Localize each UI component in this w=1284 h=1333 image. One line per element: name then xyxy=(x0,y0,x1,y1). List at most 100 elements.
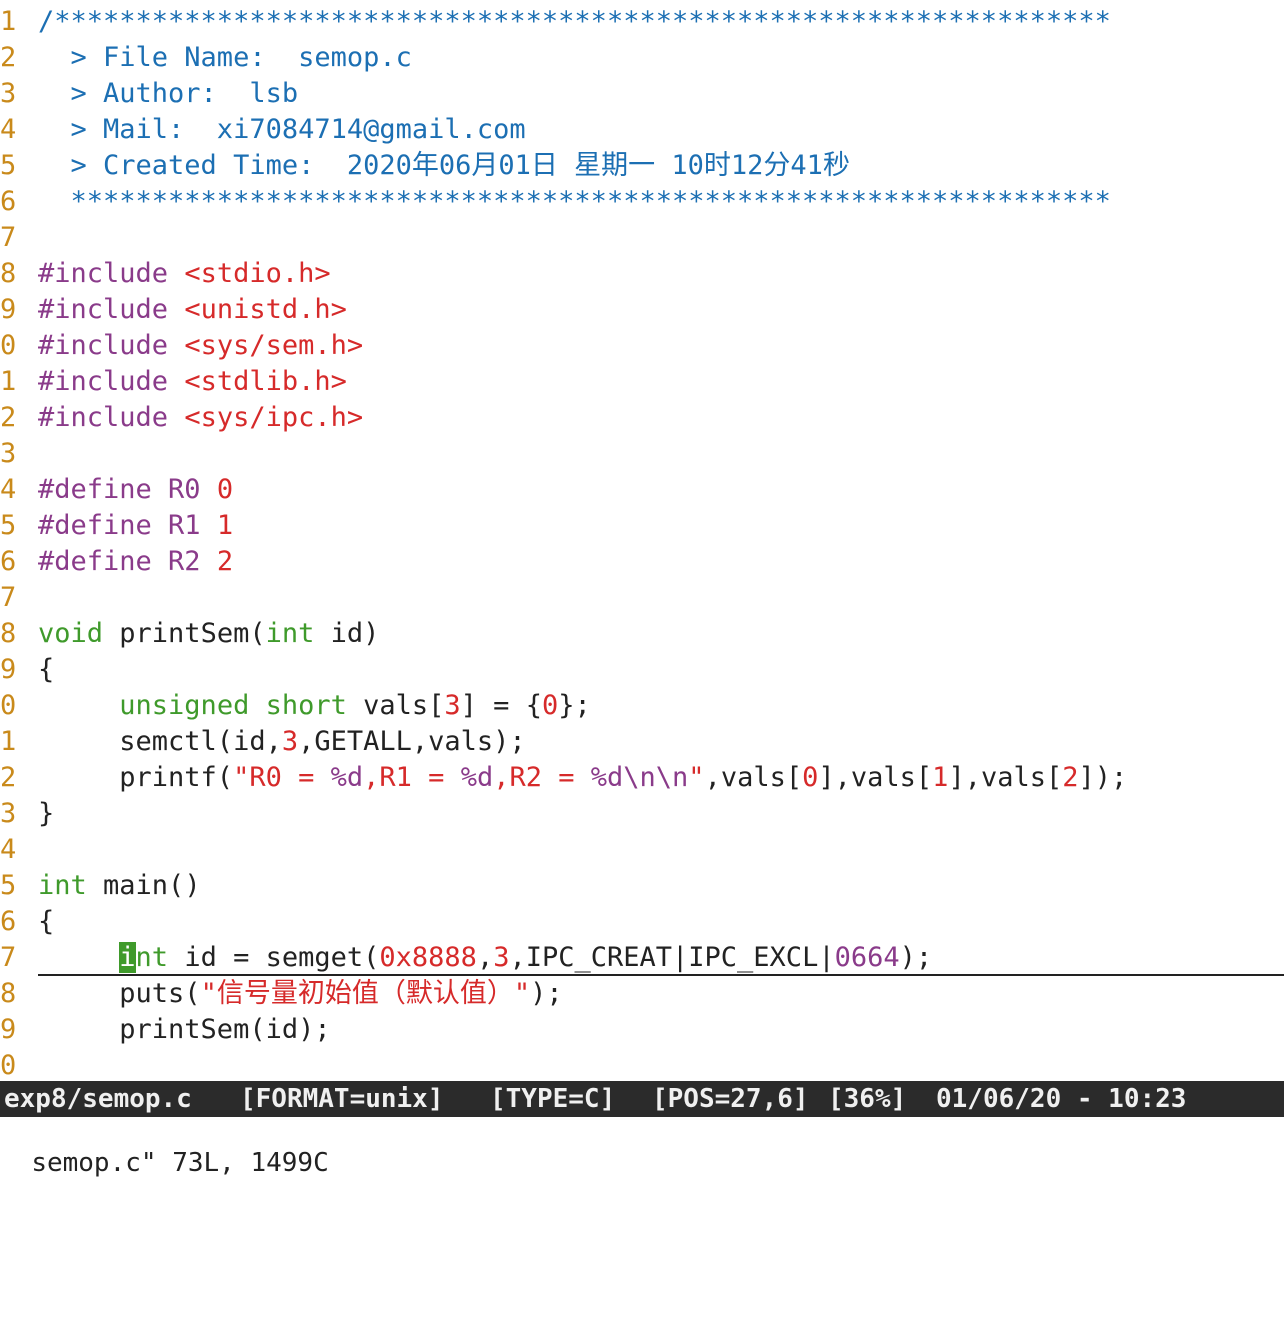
code-token: } xyxy=(38,798,55,829)
code-token: { xyxy=(38,654,55,685)
line-number: 7 xyxy=(0,942,17,973)
line-number: 9 xyxy=(0,294,17,325)
code-line[interactable]: 6 **************************************… xyxy=(0,184,1284,220)
code-line[interactable]: 1 /**************************************… xyxy=(0,4,1284,40)
line-number: 6 xyxy=(0,906,17,937)
code-token: <unistd.h> xyxy=(184,294,347,325)
code-line[interactable]: 0 xyxy=(0,1048,1284,1080)
code-token: ],vals[ xyxy=(818,762,933,793)
code-line[interactable]: 9{ xyxy=(0,652,1284,688)
code-text: #include <stdlib.h> xyxy=(38,364,347,400)
code-line[interactable]: 4 xyxy=(0,832,1284,868)
code-line[interactable]: 7 int id = semget(0x8888,3,IPC_CREAT|IPC… xyxy=(0,940,1284,976)
code-line[interactable]: 9 printSem(id); xyxy=(0,1012,1284,1048)
status-datetime: 01/06/20 - 10:23 xyxy=(936,1084,1187,1114)
code-line[interactable]: 5 > Created Time: 2020年06月01日 星期一 10时12分… xyxy=(0,148,1284,184)
code-token: #include xyxy=(38,402,185,433)
code-line[interactable]: 0 #include <sys/sem.h> xyxy=(0,328,1284,364)
code-line[interactable]: 0 unsigned short vals[3] = {0}; xyxy=(0,688,1284,724)
code-text: int main() xyxy=(38,868,201,904)
code-text: #include <unistd.h> xyxy=(38,292,347,328)
code-line[interactable]: 3 > Author: lsb xyxy=(0,76,1284,112)
line-number: 8 xyxy=(0,618,17,649)
code-token: 0x8888 xyxy=(379,942,477,973)
code-line[interactable]: 6{ xyxy=(0,904,1284,940)
code-text: } xyxy=(38,796,54,832)
code-token: " xyxy=(688,762,705,793)
code-token: ] = { xyxy=(460,690,542,721)
line-number: 5 xyxy=(0,510,17,541)
status-percent: [36%] xyxy=(828,1084,907,1114)
code-token: ,IPC_CREAT|IPC_EXCL| xyxy=(509,942,835,973)
code-token: printf( xyxy=(38,762,234,793)
code-line[interactable]: 4 > Mail: xi7084714@gmail.com xyxy=(0,112,1284,148)
code-token: main() xyxy=(86,870,201,901)
code-token: > Author: lsb xyxy=(38,78,299,109)
code-token: > Created Time: 2020年06月01日 星期一 10时12分41… xyxy=(38,150,850,181)
code-token: 2 xyxy=(216,546,234,577)
code-token: #include xyxy=(38,294,185,325)
code-line[interactable]: 5 int main() xyxy=(0,868,1284,904)
code-token: ); xyxy=(530,978,563,1009)
code-line[interactable]: 2 printf("R0 = %d,R1 = %d,R2 = %d\n\n",v… xyxy=(0,760,1284,796)
status-position: [POS=27,6] xyxy=(652,1084,809,1114)
line-number: 4 xyxy=(0,834,17,865)
status-bar: exp8/semop.c [FORMAT=unix] [TYPE=C] [POS… xyxy=(0,1081,1284,1117)
code-line[interactable]: 2 #include <sys/ipc.h> xyxy=(0,400,1284,436)
code-text: unsigned short vals[3] = {0}; xyxy=(38,688,590,724)
code-token: ,R1 = xyxy=(363,762,461,793)
code-token: > File Name: semop.c xyxy=(38,42,412,73)
code-token: > Mail: xi7084714@gmail.com xyxy=(38,114,526,145)
code-token: , xyxy=(476,942,494,973)
code-token: printSem(id); xyxy=(38,1014,331,1045)
code-text: { xyxy=(38,652,54,688)
code-text: /***************************************… xyxy=(38,4,1111,40)
code-token: ,GETALL,vals); xyxy=(298,726,526,757)
line-number: 3 xyxy=(0,438,17,469)
code-text: void printSem(int id) xyxy=(38,616,379,652)
code-line[interactable]: 5 #define R1 1 xyxy=(0,508,1284,544)
status-format: [FORMAT=unix] xyxy=(240,1084,444,1114)
code-token: 1 xyxy=(932,762,949,793)
code-line[interactable]: 7 xyxy=(0,580,1284,616)
code-token: ]); xyxy=(1078,762,1128,793)
code-line[interactable]: 2 > File Name: semop.c xyxy=(0,40,1284,76)
code-token: #include xyxy=(38,258,185,289)
code-line[interactable]: 1 #include <stdlib.h> xyxy=(0,364,1284,400)
code-text: semctl(id,3,GETALL,vals); xyxy=(38,724,526,760)
command-line[interactable]: semop.c" 73L, 1499C xyxy=(0,1118,1284,1178)
line-number: 7 xyxy=(0,222,17,253)
code-token: #define R1 xyxy=(38,510,217,541)
code-line[interactable]: 3} xyxy=(0,796,1284,832)
code-line[interactable]: 8 puts("信号量初始值（默认值）"); xyxy=(0,976,1284,1012)
code-token: { xyxy=(38,906,55,937)
line-number: 2 xyxy=(0,762,17,793)
line-number: 9 xyxy=(0,654,17,685)
code-line[interactable]: 7 xyxy=(0,220,1284,256)
code-token: /***************************************… xyxy=(38,6,1111,37)
code-line[interactable]: 8 void printSem(int id) xyxy=(0,616,1284,652)
line-number: 5 xyxy=(0,870,17,901)
code-token: <stdio.h> xyxy=(184,258,331,289)
code-text: > Created Time: 2020年06月01日 星期一 10时12分41… xyxy=(38,148,850,184)
line-number: 2 xyxy=(0,402,17,433)
code-line[interactable]: 9 #include <unistd.h> xyxy=(0,292,1284,328)
code-text: ****************************************… xyxy=(38,184,1111,220)
code-text: #define R0 0 xyxy=(38,472,233,508)
code-token: int xyxy=(38,870,87,901)
code-token: 0 xyxy=(541,690,559,721)
line-number: 6 xyxy=(0,546,17,577)
code-line[interactable]: 6 #define R2 2 xyxy=(0,544,1284,580)
line-number: 0 xyxy=(0,690,17,721)
code-line[interactable]: 1 semctl(id,3,GETALL,vals); xyxy=(0,724,1284,760)
code-token: %d xyxy=(460,762,494,793)
code-line[interactable]: 4 #define R0 0 xyxy=(0,472,1284,508)
status-file: exp8/semop.c xyxy=(4,1084,192,1114)
code-token: id) xyxy=(314,618,380,649)
code-line[interactable]: 8 #include <stdio.h> xyxy=(0,256,1284,292)
code-line[interactable]: 3 xyxy=(0,436,1284,472)
editor-buffer[interactable]: 1 /**************************************… xyxy=(0,0,1284,1080)
code-token: ,vals[ xyxy=(704,762,803,793)
line-number: 4 xyxy=(0,474,17,505)
